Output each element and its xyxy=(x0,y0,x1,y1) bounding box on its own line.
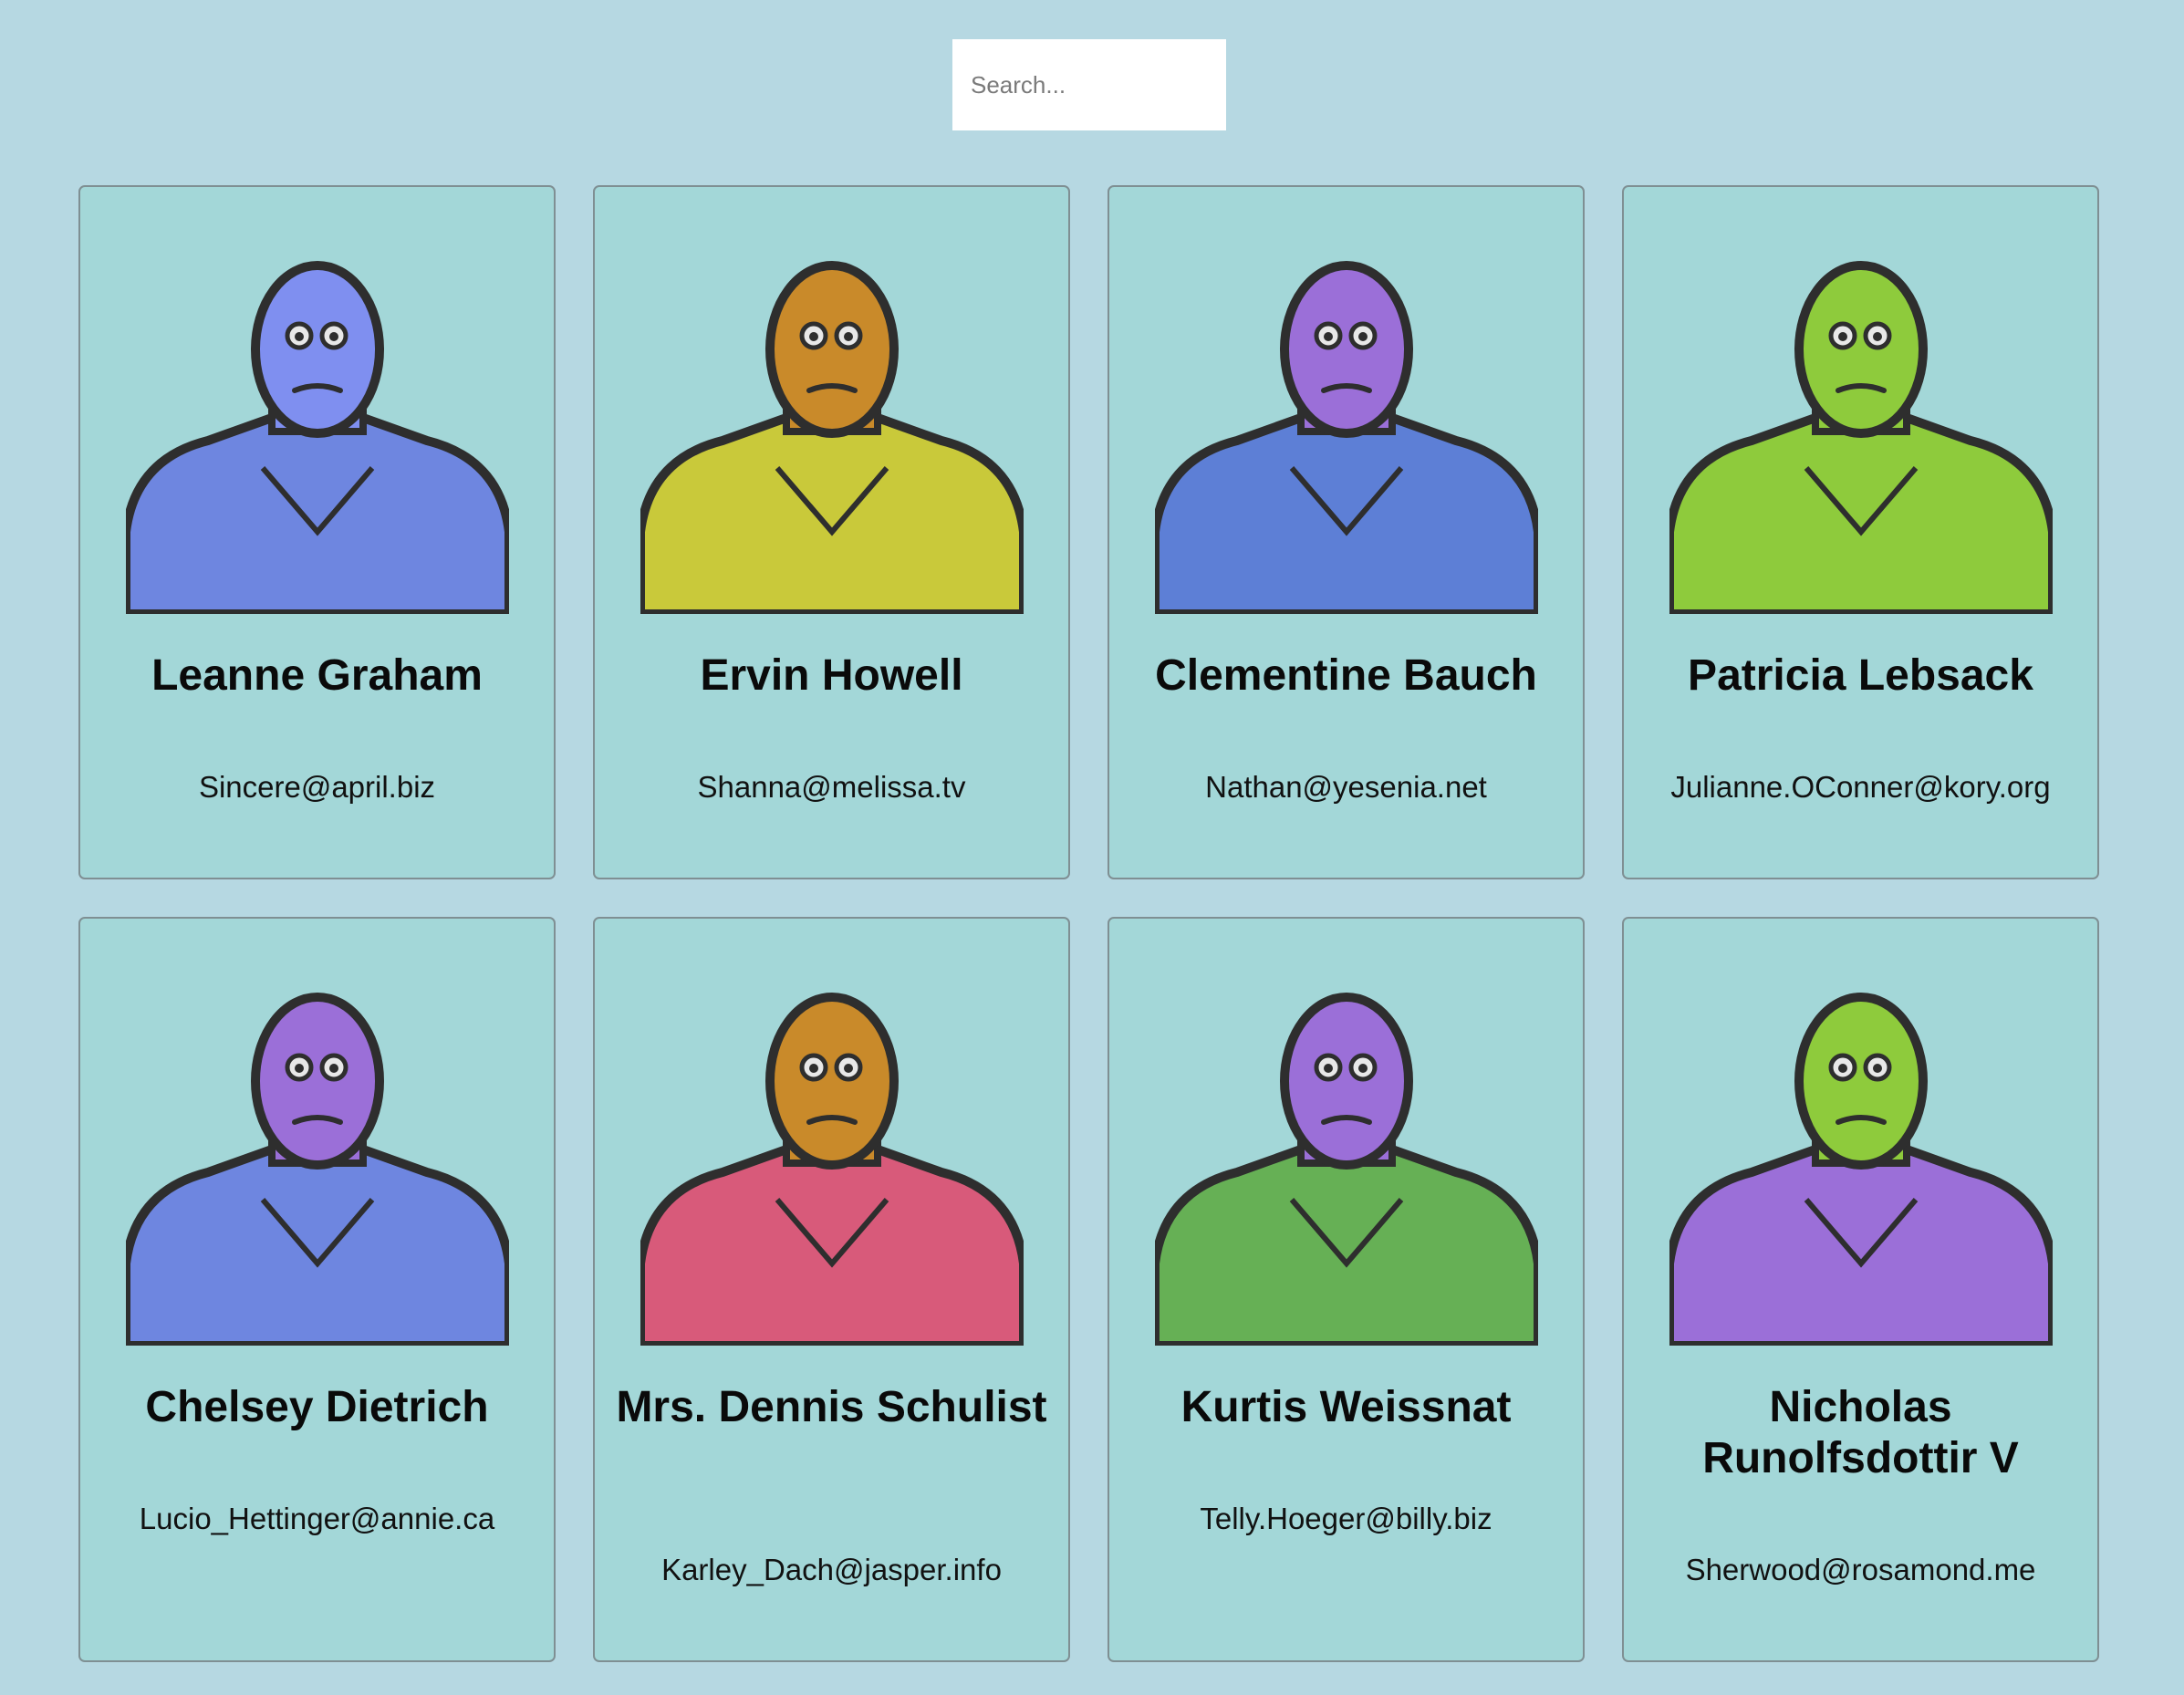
purple-horn-robot-icon xyxy=(1155,993,1538,1346)
avatar xyxy=(126,231,509,614)
green-cyclops-robot-icon xyxy=(1669,993,2053,1346)
purple-cyclops-robot-icon xyxy=(1155,261,1538,614)
avatar xyxy=(1155,962,1538,1346)
card-name: Patricia Lebsack xyxy=(1688,651,2033,700)
card-name: Kurtis Weissnat xyxy=(1180,1383,1512,1431)
card-email: Sherwood@rosamond.me xyxy=(1685,1553,2036,1586)
card-name: Leanne Graham xyxy=(151,651,483,700)
search-input[interactable] xyxy=(952,39,1226,130)
card-email: Karley_Dach@jasper.info xyxy=(661,1553,1002,1586)
avatar xyxy=(1155,231,1538,614)
card-name: Chelsey Dietrich xyxy=(145,1383,489,1431)
purple-helmet-robot-icon xyxy=(126,993,509,1346)
search-box xyxy=(952,39,1226,130)
avatar xyxy=(640,962,1024,1346)
card-name: Mrs. Dennis Schulist xyxy=(616,1383,1047,1431)
avatar xyxy=(1669,231,2053,614)
orange-antenna-robot-icon xyxy=(640,993,1024,1346)
blue-monster-robot-icon xyxy=(126,261,509,614)
card-email: Nathan@yesenia.net xyxy=(1205,770,1487,804)
card-email: Sincere@april.biz xyxy=(198,770,436,804)
avatar xyxy=(1669,962,2053,1346)
avatar xyxy=(640,231,1024,614)
robot-card[interactable]: Leanne Graham Sincere@april.biz xyxy=(78,185,556,879)
robot-card[interactable]: Ervin Howell Shanna@melissa.tv xyxy=(593,185,1070,879)
card-email: Lucio_Hettinger@annie.ca xyxy=(139,1502,495,1535)
robot-card[interactable]: Chelsey Dietrich Lucio_Hettinger@annie.c… xyxy=(78,917,556,1662)
avatar xyxy=(126,962,509,1346)
robot-card[interactable]: Clementine Bauch Nathan@yesenia.net xyxy=(1108,185,1585,879)
card-email: Shanna@melissa.tv xyxy=(697,770,966,804)
card-email: Telly.Hoeger@billy.biz xyxy=(1200,1502,1492,1535)
robot-card[interactable]: Kurtis Weissnat Telly.Hoeger@billy.biz xyxy=(1108,917,1585,1662)
card-name: Clementine Bauch xyxy=(1155,651,1537,700)
card-name: Ervin Howell xyxy=(700,651,963,700)
green-helmet-robot-icon xyxy=(1669,261,2053,614)
robot-card-grid: Leanne Graham Sincere@april.biz Ervin Ho… xyxy=(78,185,2101,1662)
card-email: Julianne.OConner@kory.org xyxy=(1670,770,2051,804)
robot-card[interactable]: Nicholas Runolfsdottir V Sherwood@rosamo… xyxy=(1622,917,2099,1662)
robot-card[interactable]: Patricia Lebsack Julianne.OConner@kory.o… xyxy=(1622,185,2099,879)
orange-monster-robot-icon xyxy=(640,261,1024,614)
card-name: Nicholas Runolfsdottir V xyxy=(1702,1383,2019,1482)
robot-card[interactable]: Mrs. Dennis Schulist Karley_Dach@jasper.… xyxy=(593,917,1070,1662)
